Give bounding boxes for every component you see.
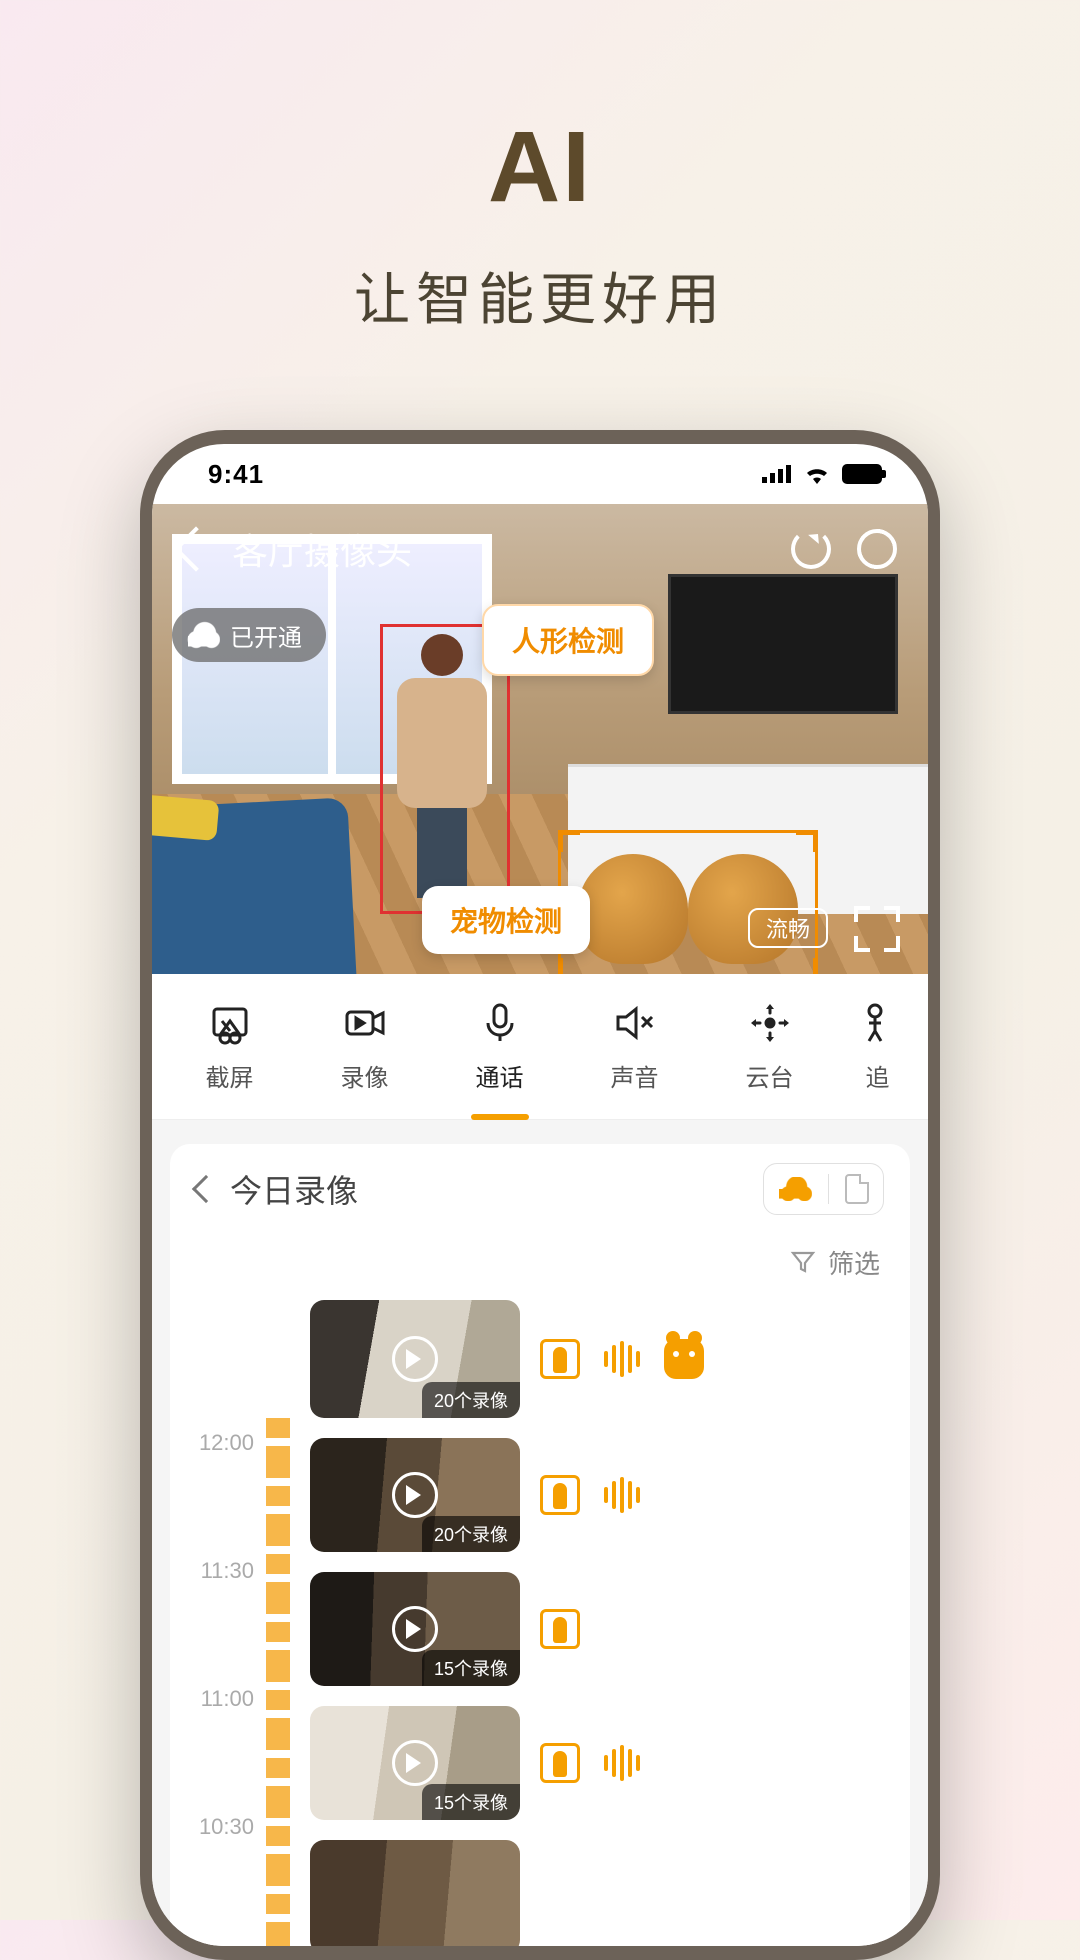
status-bar: 9:41 bbox=[152, 444, 928, 504]
recordings-card: 今日录像 筛选 12:00 11:30 bbox=[170, 1144, 910, 1946]
cloud-status-text: 已开通 bbox=[230, 618, 302, 653]
wifi-icon bbox=[804, 464, 830, 484]
hero-title: AI bbox=[0, 110, 1080, 225]
chevron-left-icon[interactable] bbox=[192, 1175, 220, 1203]
clip-thumbnail[interactable]: 20个录像 bbox=[310, 1300, 520, 1418]
clip-thumbnail[interactable]: 15个录像 bbox=[310, 1572, 520, 1686]
control-bar: 截屏 录像 通话 声音 云台 追 bbox=[152, 974, 928, 1120]
time-label: 12:00 bbox=[199, 1430, 254, 1456]
camera-live-view[interactable]: 人形检测 宠物检测 客厅摄像头 已开通 流畅 bbox=[152, 504, 928, 974]
hero-subtitle: 让智能更好用 bbox=[0, 255, 1080, 336]
storage-toggle[interactable] bbox=[763, 1163, 885, 1215]
ptz-button[interactable]: 云台 bbox=[702, 974, 837, 1119]
cloud-icon bbox=[186, 620, 220, 650]
sd-card-icon bbox=[845, 1174, 869, 1204]
human-tag-icon bbox=[540, 1339, 580, 1379]
recordings-header: 今日录像 bbox=[170, 1144, 910, 1234]
phone-frame: 9:41 人形检测 宠物检测 客厅摄像头 bbox=[140, 430, 940, 1960]
screenshot-button[interactable]: 截屏 bbox=[162, 974, 297, 1119]
clip-thumbnail[interactable]: 20个录像 bbox=[310, 1438, 520, 1552]
track-icon bbox=[855, 1000, 901, 1046]
filter-icon[interactable] bbox=[790, 1249, 816, 1275]
signal-icon bbox=[762, 465, 792, 483]
quality-button[interactable]: 流畅 bbox=[748, 908, 828, 948]
human-tag-icon bbox=[540, 1743, 580, 1783]
pet-tag-icon bbox=[664, 1339, 704, 1379]
pet-detection-box bbox=[558, 830, 818, 974]
clip-tags bbox=[540, 1609, 580, 1649]
phone-screen: 9:41 人形检测 宠物检测 客厅摄像头 bbox=[152, 444, 928, 1946]
clip-count: 20个录像 bbox=[422, 1382, 520, 1418]
status-time: 9:41 bbox=[208, 459, 264, 490]
camcorder-icon bbox=[342, 1000, 388, 1046]
clip-list[interactable]: 20个录像 20个录像 bbox=[290, 1290, 910, 1946]
gear-icon bbox=[857, 529, 897, 569]
pet-detection-label: 宠物检测 bbox=[422, 886, 590, 954]
speaker-mute-icon bbox=[612, 1000, 658, 1046]
clip-count: 20个录像 bbox=[422, 1516, 520, 1552]
timeline[interactable]: 12:00 11:30 11:00 10:30 bbox=[170, 1290, 290, 1946]
clip-tags bbox=[540, 1743, 642, 1783]
sound-tag-icon bbox=[602, 1743, 642, 1783]
recordings-body: 12:00 11:30 11:00 10:30 20个录像 bbox=[170, 1290, 910, 1946]
record-button[interactable]: 录像 bbox=[297, 974, 432, 1119]
camera-title: 客厅摄像头 bbox=[232, 523, 412, 575]
hero: AI 让智能更好用 bbox=[0, 0, 1080, 396]
human-tag-icon bbox=[540, 1475, 580, 1515]
talk-button[interactable]: 通话 bbox=[432, 974, 567, 1119]
clip-tags bbox=[540, 1339, 704, 1379]
recordings-section: 今日录像 筛选 12:00 11:30 bbox=[152, 1120, 928, 1946]
cloud-storage-icon bbox=[778, 1177, 812, 1201]
clip-item[interactable]: 20个录像 bbox=[290, 1428, 910, 1562]
recordings-title[interactable]: 今日录像 bbox=[230, 1166, 358, 1212]
sound-button[interactable]: 声音 bbox=[567, 974, 702, 1119]
refresh-icon bbox=[791, 529, 831, 569]
clip-item[interactable]: 15个录像 bbox=[290, 1562, 910, 1696]
clip-item[interactable]: 20个录像 bbox=[290, 1290, 910, 1428]
human-detection-label: 人形检测 bbox=[482, 604, 654, 676]
clip-count: 15个录像 bbox=[422, 1784, 520, 1820]
clip-thumbnail[interactable]: 15个录像 bbox=[310, 1706, 520, 1820]
clip-count: 15个录像 bbox=[422, 1650, 520, 1686]
time-label: 11:00 bbox=[201, 1686, 254, 1712]
clip-item[interactable] bbox=[290, 1830, 910, 1946]
track-button[interactable]: 追 bbox=[837, 974, 918, 1119]
video-header: 客厅摄像头 bbox=[152, 504, 928, 594]
time-label: 10:30 bbox=[199, 1814, 254, 1840]
refresh-button[interactable] bbox=[788, 526, 834, 572]
back-button[interactable] bbox=[173, 526, 218, 571]
battery-icon bbox=[842, 464, 882, 484]
play-icon bbox=[392, 1740, 438, 1786]
time-label: 11:30 bbox=[201, 1558, 254, 1584]
settings-button[interactable] bbox=[854, 526, 900, 572]
play-icon bbox=[392, 1472, 438, 1518]
fullscreen-button[interactable] bbox=[854, 906, 900, 952]
microphone-icon bbox=[477, 1000, 523, 1046]
scissors-icon bbox=[207, 1000, 253, 1046]
filter-label[interactable]: 筛选 bbox=[828, 1244, 880, 1281]
cloud-status-badge[interactable]: 已开通 bbox=[172, 608, 326, 662]
play-icon bbox=[392, 1336, 438, 1382]
clip-item[interactable]: 15个录像 bbox=[290, 1696, 910, 1830]
clip-tags bbox=[540, 1475, 642, 1515]
clip-thumbnail[interactable] bbox=[310, 1840, 520, 1946]
sound-tag-icon bbox=[602, 1475, 642, 1515]
filter-row: 筛选 bbox=[170, 1234, 910, 1290]
status-icons bbox=[762, 464, 882, 484]
sound-tag-icon bbox=[602, 1339, 642, 1379]
play-icon bbox=[392, 1606, 438, 1652]
ptz-icon bbox=[747, 1000, 793, 1046]
human-tag-icon bbox=[540, 1609, 580, 1649]
